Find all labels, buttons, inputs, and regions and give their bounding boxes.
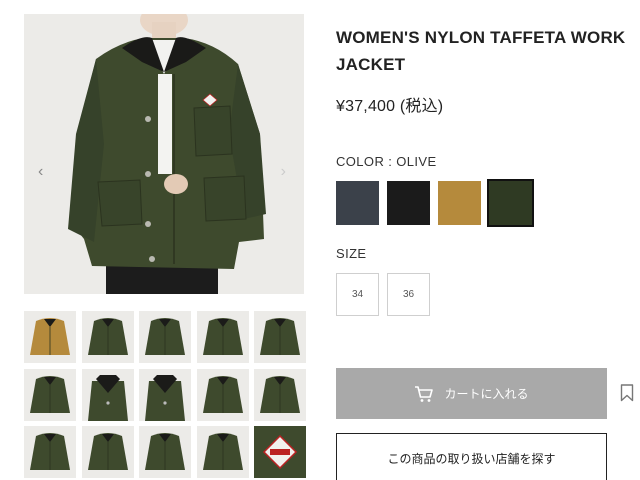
color-swatch-black[interactable]: [387, 181, 430, 225]
jacket-photo: [24, 14, 304, 294]
main-product-image[interactable]: ‹ ›: [24, 14, 304, 294]
add-to-cart-button[interactable]: カートに入れる: [336, 368, 607, 419]
thumb-olive-model-back[interactable]: [254, 311, 306, 363]
thumb-olive-hand[interactable]: [139, 426, 191, 478]
chevron-left-icon[interactable]: ‹: [38, 164, 43, 180]
size-option-36[interactable]: 36: [387, 273, 430, 316]
thumb-mustard-front[interactable]: [24, 311, 76, 363]
thumb-olive-model-side[interactable]: [196, 311, 249, 363]
thumb-olive-flat-back[interactable]: [24, 368, 76, 421]
thumb-olive-sleeve[interactable]: [254, 368, 306, 421]
color-label: COLOR : OLIVE: [336, 154, 437, 169]
thumb-olive-model-front-2[interactable]: [139, 311, 191, 363]
color-swatch-mustard[interactable]: [438, 181, 481, 225]
bookmark-icon[interactable]: [620, 384, 634, 402]
chevron-right-icon[interactable]: ›: [281, 164, 286, 180]
find-store-label: この商品の取り扱い店舗を探す: [387, 451, 556, 466]
thumb-olive-collar-2[interactable]: [139, 368, 191, 421]
thumb-olive-detail[interactable]: [24, 426, 76, 478]
thumb-olive-zip[interactable]: [196, 426, 249, 478]
thumb-olive-collar[interactable]: [81, 368, 134, 421]
size-option-34[interactable]: 34: [336, 273, 379, 316]
size-label: SIZE: [336, 246, 367, 261]
thumb-olive-model-front[interactable]: [81, 311, 134, 363]
cart-icon: [415, 385, 434, 402]
find-store-button[interactable]: この商品の取り扱い店舗を探す: [336, 433, 607, 480]
add-to-cart-label: カートに入れる: [444, 387, 529, 401]
color-swatch-navy[interactable]: [336, 181, 379, 225]
thumb-logo-patch[interactable]: [254, 426, 306, 478]
product-price: ¥37,400 (税込): [336, 98, 444, 115]
thumbnail-grid: [24, 311, 306, 478]
color-swatch-olive[interactable]: [487, 179, 534, 227]
color-swatches: [336, 179, 534, 227]
product-title: WOMEN'S NYLON TAFFETA WORK JACKET: [336, 28, 626, 74]
size-options: 34 36: [336, 273, 430, 316]
thumb-olive-lining[interactable]: [81, 426, 134, 478]
thumb-olive-pocket[interactable]: [196, 368, 249, 421]
